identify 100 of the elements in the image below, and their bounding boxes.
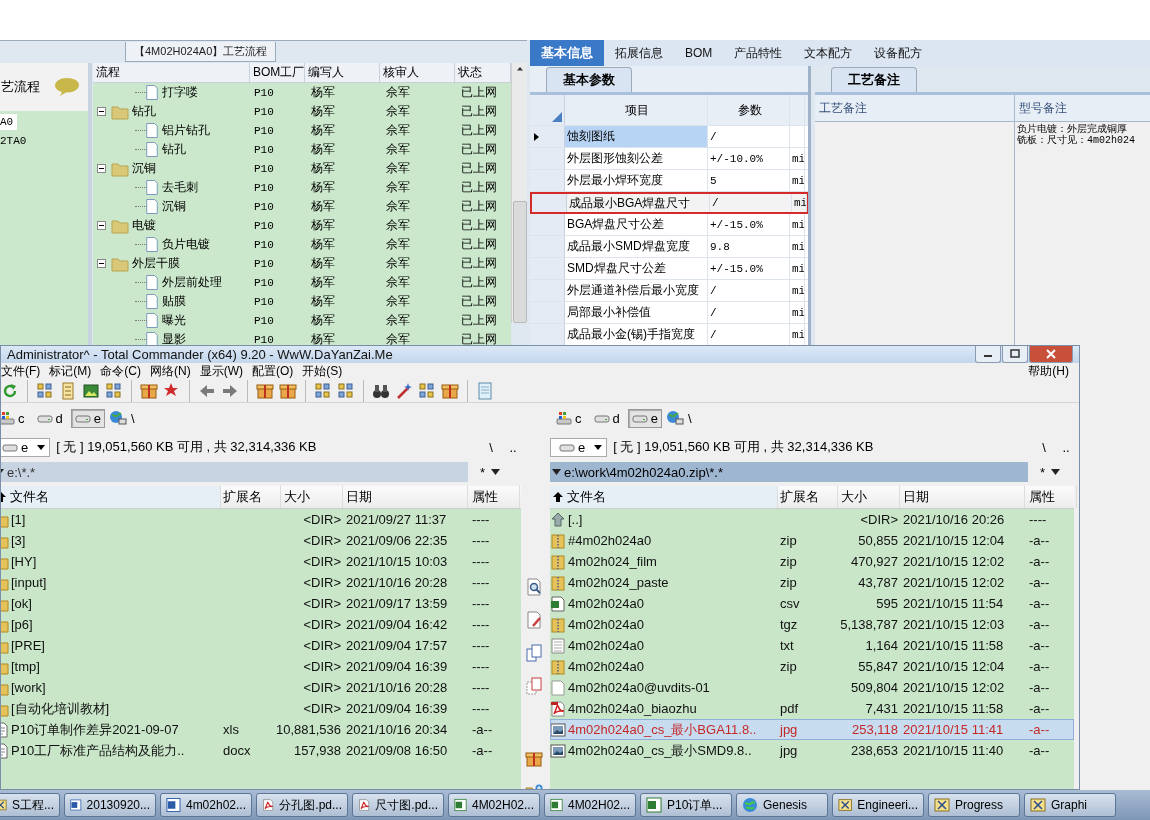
table-cell[interactable]: BGA焊盘尺寸公差 — [565, 214, 708, 235]
drive-button[interactable]: d — [589, 408, 624, 428]
file-row[interactable]: [1] <DIR> 2021/09/27 11:37 ---- — [1, 509, 521, 530]
step-name[interactable]: 打字喽 — [162, 84, 198, 101]
document-edit-icon[interactable] — [525, 611, 543, 629]
column-header[interactable]: 型号备注 — [1015, 95, 1150, 122]
taskbar-button[interactable]: 4m02h02... — [160, 793, 252, 817]
parent-button[interactable]: .. — [505, 439, 521, 455]
caret-icon[interactable] — [491, 469, 501, 475]
taskbar-button[interactable]: 尺寸图.pd... — [352, 793, 444, 817]
file-name[interactable]: 4m02h024a0@uvdits-01 — [568, 680, 710, 695]
file-name[interactable]: P10工厂标准产品结构及能力.. — [11, 741, 185, 760]
grid-icon[interactable] — [105, 382, 123, 400]
arrow-left-icon[interactable] — [198, 382, 216, 400]
file-row[interactable]: 4m02h024a0 csv 595 2021/10/15 11:54 -a-- — [550, 593, 1074, 614]
arrow-right-icon[interactable] — [221, 382, 239, 400]
file-row[interactable]: P10订单制作差异2021-09-07 xls 10,881,536 2021/10/16 20:34 -a-- — [1, 719, 521, 740]
file-name[interactable]: [input] — [11, 575, 47, 590]
column-header[interactable]: 属性 — [1025, 486, 1077, 508]
table-cell[interactable]: / — [710, 194, 792, 212]
file-name[interactable]: [tmp] — [11, 659, 40, 674]
corner-cell[interactable] — [530, 95, 565, 125]
package-icon[interactable] — [441, 382, 459, 400]
drive-dropdown[interactable]: e — [550, 437, 608, 457]
collapse-icon[interactable] — [97, 107, 106, 116]
drive-dropdown[interactable]: e — [1, 437, 51, 457]
file-name[interactable]: [PRE] — [11, 638, 45, 653]
column-header[interactable]: BOM工厂 — [250, 63, 305, 82]
document-search-icon[interactable] — [525, 578, 543, 596]
table-cell[interactable]: SMD焊盘尺寸公差 — [565, 258, 708, 279]
root-button[interactable]: \ — [687, 410, 692, 426]
file-row[interactable]: [PRE] <DIR> 2021/09/04 17:57 ---- — [1, 635, 521, 656]
column-header[interactable]: 核审人 — [380, 63, 455, 82]
filter-button[interactable]: * — [480, 464, 486, 480]
table-cell[interactable]: 成品最小SMD焊盘宽度 — [565, 236, 708, 257]
file-row[interactable]: 4m02h024a0_cs_最小BGA11.8.. jpg 253,118 2021/10/15 11:41 -a-- — [550, 719, 1074, 740]
caret-icon[interactable] — [552, 469, 561, 475]
drive-button[interactable]: d — [32, 408, 67, 428]
step-name[interactable]: 贴膜 — [162, 293, 186, 310]
menu-item[interactable]: 标记(M) — [49, 363, 92, 380]
file-name[interactable]: [ok] — [11, 596, 32, 611]
file-row[interactable]: [..] <DIR> 2021/10/16 20:26 ---- — [550, 509, 1074, 530]
package-icon[interactable] — [256, 382, 274, 400]
table-row[interactable]: 外层图形蚀刻公差 +/-10.0% mi — [530, 148, 808, 170]
step-name[interactable]: 曝光 — [162, 312, 186, 329]
scrollbar[interactable] — [511, 63, 527, 323]
step-name[interactable]: 显影 — [162, 331, 186, 348]
column-header[interactable]: 项目 — [565, 95, 708, 125]
package-icon[interactable] — [140, 382, 158, 400]
caret-icon[interactable] — [1051, 469, 1061, 475]
parent-button[interactable]: .. — [1058, 439, 1074, 455]
taskbar-button[interactable]: 4M02H02... — [544, 793, 636, 817]
table-cell[interactable]: 9.8 — [708, 236, 790, 257]
tab[interactable]: 工艺备注 — [831, 67, 917, 92]
table-cell[interactable]: +/-15.0% — [708, 258, 790, 279]
menu-item[interactable]: 命令(C) — [100, 363, 141, 380]
file-name[interactable]: [..] — [568, 512, 583, 527]
minimize-button[interactable] — [975, 346, 1001, 363]
taskbar-button[interactable]: S工程... — [0, 793, 60, 817]
column-header[interactable]: 文件名 — [550, 486, 778, 508]
column-header[interactable]: 工艺备注 — [815, 95, 1014, 122]
step-name[interactable]: 外层干膜 — [132, 255, 180, 272]
tab[interactable]: 基本参数 — [546, 67, 632, 92]
file-name[interactable]: 4m02h024a0 — [568, 596, 644, 611]
step-name[interactable]: 沉铜 — [132, 160, 156, 177]
taskbar-button[interactable]: 分孔图.pd... — [256, 793, 348, 817]
table-row[interactable]: 成品最小BGA焊盘尺寸 / mi — [530, 192, 808, 214]
file-row[interactable]: [p6] <DIR> 2021/09/04 16:42 ---- — [1, 614, 521, 635]
column-header[interactable]: 大小 — [838, 486, 900, 508]
tab[interactable]: 拓展信息 — [604, 40, 674, 66]
column-header[interactable]: 日期 — [900, 486, 1025, 508]
drive-button[interactable]: c — [1, 408, 29, 428]
table-row[interactable]: 外层通道补偿后最小宽度 / mi — [530, 280, 808, 302]
file-row[interactable]: [work] <DIR> 2021/10/16 20:28 ---- — [1, 677, 521, 698]
sidebar-item[interactable]: 2TA0 — [0, 133, 31, 149]
menu-item[interactable]: 显示(W) — [199, 363, 243, 380]
file-row[interactable]: 4m02h024_film zip 470,927 2021/10/15 12:02 -a-- — [550, 551, 1074, 572]
tab[interactable]: 设备配方 — [863, 40, 934, 66]
file-row[interactable]: [3] <DIR> 2021/09/06 22:35 ---- — [1, 530, 521, 551]
file-row[interactable]: [HY] <DIR> 2021/10/15 10:03 ---- — [1, 551, 521, 572]
file-name[interactable]: 4m02h024a0 — [568, 617, 644, 632]
tab[interactable]: 基本信息 — [530, 40, 604, 66]
root-button[interactable]: \ — [1036, 439, 1052, 455]
image-icon[interactable] — [82, 382, 100, 400]
file-name[interactable]: 4m02h024a0_biaozhu — [568, 701, 697, 716]
taskbar-button[interactable]: 20130920... — [64, 793, 156, 817]
menu-item[interactable]: 帮助(H) — [1028, 363, 1069, 380]
table-row[interactable]: 成品最小SMD焊盘宽度 9.8 mi — [530, 236, 808, 258]
menu-item[interactable]: 文件(F) — [1, 363, 41, 380]
grid-icon[interactable] — [36, 382, 54, 400]
file-name[interactable]: P10订单制作差异2021-09-07 — [11, 720, 179, 739]
file-name[interactable]: [p6] — [11, 617, 33, 632]
column-header[interactable]: 扩展名 — [221, 486, 281, 508]
taskbar-button[interactable]: Progress — [928, 793, 1020, 817]
table-cell[interactable]: / — [708, 280, 790, 301]
table-cell[interactable]: 外层图形蚀刻公差 — [565, 148, 708, 169]
table-cell[interactable]: 局部最小补偿值 — [565, 302, 708, 323]
column-header[interactable]: 参数 — [708, 95, 790, 125]
package-icon[interactable] — [279, 382, 297, 400]
file-name[interactable]: #4m02h024a0 — [568, 533, 652, 548]
